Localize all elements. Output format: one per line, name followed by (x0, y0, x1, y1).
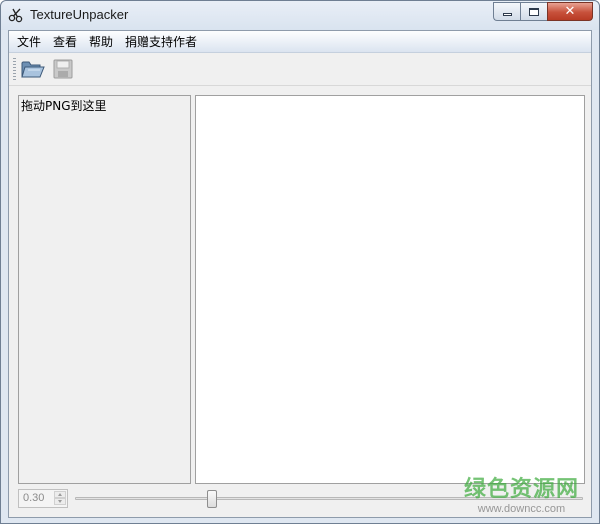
save-button[interactable] (50, 57, 76, 83)
open-button[interactable] (20, 57, 46, 83)
preview-canvas[interactable] (195, 95, 585, 484)
menu-help[interactable]: 帮助 (83, 31, 119, 53)
watermark-url: www.downcc.com (477, 503, 566, 515)
scale-value: 0.30 (23, 492, 45, 504)
scissors-icon (8, 7, 24, 23)
arrow-down-icon (58, 500, 62, 503)
minimize-icon (502, 13, 512, 16)
maximize-icon (529, 7, 539, 16)
open-folder-icon (21, 58, 45, 83)
menu-file[interactable]: 文件 (11, 31, 47, 53)
watermark-title: 绿色资源网 (463, 477, 579, 502)
caption-buttons: ✕ (493, 2, 593, 21)
menu-bar: 文件 查看 帮助 捐赠支持作者 (9, 31, 591, 53)
spin-down-button[interactable] (54, 498, 66, 505)
client-area: 文件 查看 帮助 捐赠支持作者 拖动PNG到这里 0.30 (8, 30, 592, 518)
close-icon: ✕ (564, 4, 576, 19)
toolbar-grip[interactable] (13, 58, 16, 82)
toolbar (9, 54, 591, 86)
scale-slider-thumb[interactable] (207, 490, 218, 508)
watermark: 绿色资源网 www.downcc.com (464, 471, 579, 515)
minimize-button[interactable] (493, 2, 520, 21)
arrow-up-icon (58, 493, 62, 496)
menu-donate[interactable]: 捐赠支持作者 (119, 31, 203, 53)
sprite-list-panel[interactable]: 拖动PNG到这里 (18, 95, 191, 484)
spin-arrows (54, 491, 66, 506)
scale-spinbox[interactable]: 0.30 (18, 489, 68, 508)
window-title: TextureUnpacker (30, 7, 129, 22)
maximize-button[interactable] (520, 2, 547, 21)
drop-hint-label: 拖动PNG到这里 (21, 99, 107, 113)
close-button[interactable]: ✕ (547, 2, 593, 21)
title-bar[interactable]: TextureUnpacker ✕ (1, 1, 599, 30)
spin-up-button[interactable] (54, 491, 66, 498)
app-window: TextureUnpacker ✕ 文件 查看 帮助 捐赠支持作者 拖动PNG到… (0, 0, 600, 524)
menu-view[interactable]: 查看 (47, 31, 83, 53)
save-disk-icon (53, 59, 73, 82)
